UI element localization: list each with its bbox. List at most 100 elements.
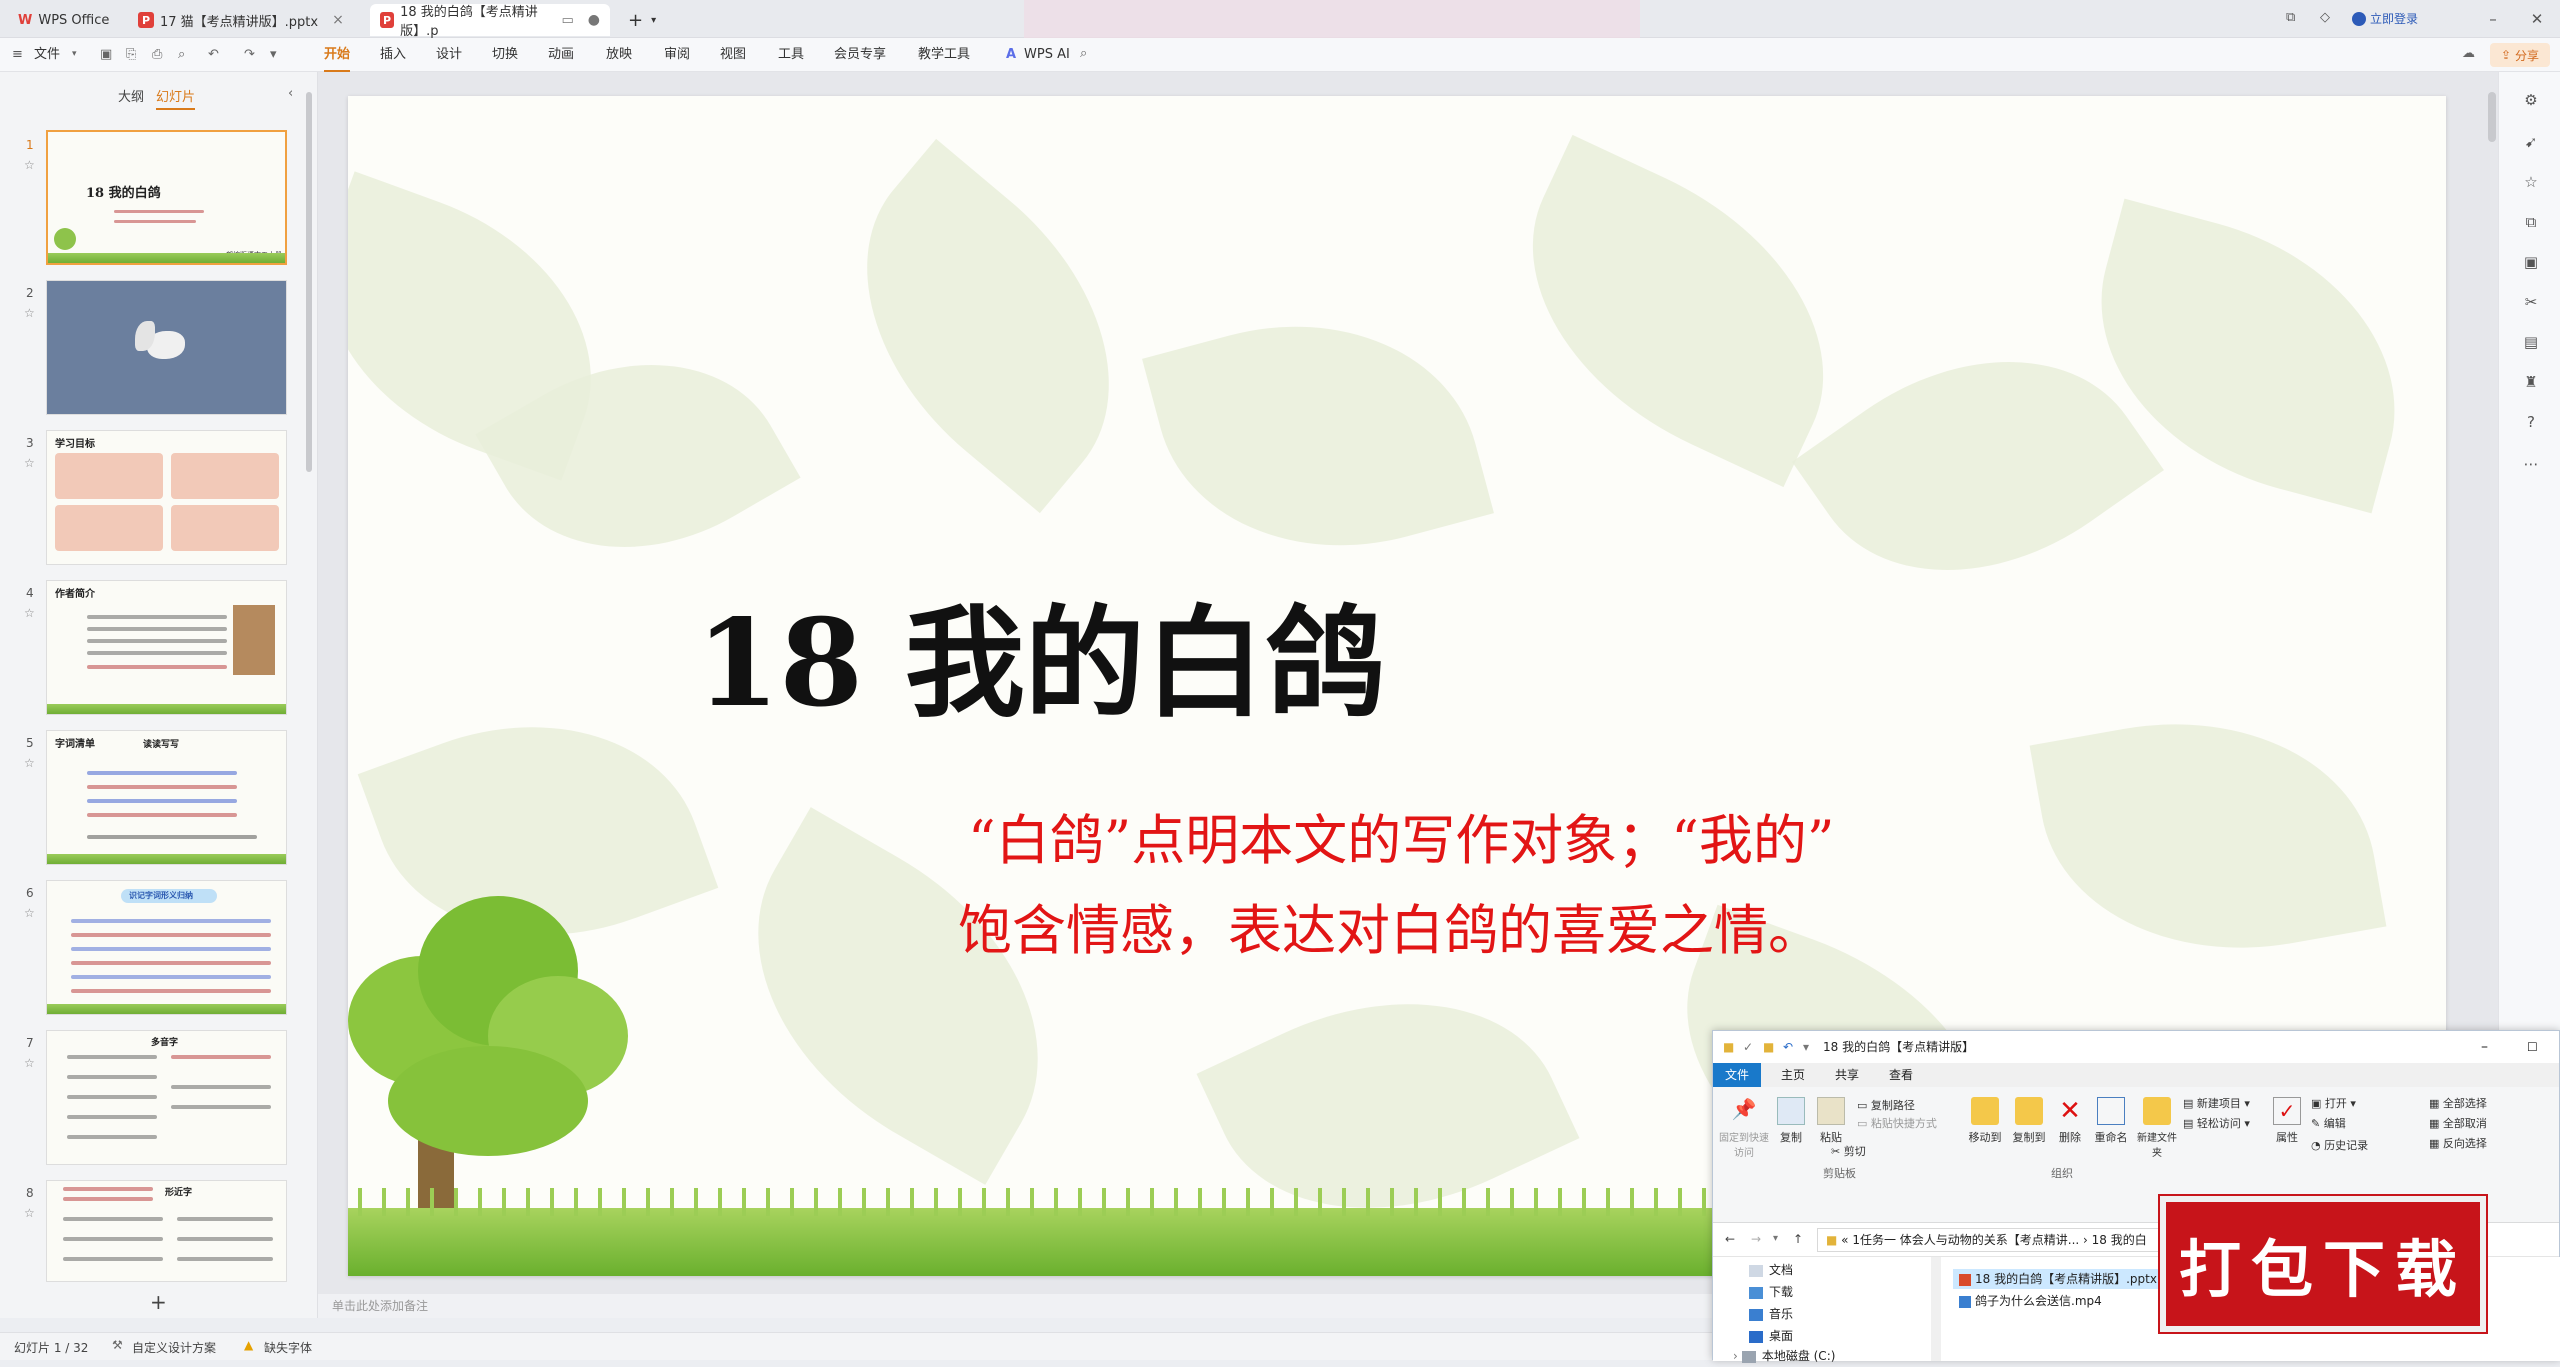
search-icon[interactable]: ⌕ <box>1080 46 1087 61</box>
menu-design[interactable]: 设计 <box>436 38 462 72</box>
nav-desktop[interactable]: 桌面 <box>1749 1325 1793 1347</box>
chevron-down-icon[interactable]: ▾ <box>72 49 77 59</box>
share-button[interactable]: ⇪ 分享 <box>2490 43 2550 67</box>
file-menu[interactable]: 文件 <box>34 38 60 72</box>
new-folder-button[interactable]: 新建文件夹 <box>2137 1097 2177 1159</box>
move-to-button[interactable]: 移动到 <box>1965 1097 2005 1145</box>
menu-start[interactable]: 开始 <box>324 38 351 72</box>
missing-font-button[interactable]: 缺失字体 <box>264 1339 312 1356</box>
copy-icon[interactable]: ⧉ <box>2521 212 2541 232</box>
edit-button[interactable]: ✎ 编辑 <box>2311 1115 2346 1131</box>
invert-selection-button[interactable]: ▦ 反向选择 <box>2429 1135 2487 1151</box>
panel-scrollbar[interactable] <box>306 92 312 472</box>
slide-thumbnail-6[interactable]: 识记字词形义归纳 <box>46 880 287 1015</box>
close-icon[interactable]: × <box>332 12 344 28</box>
design-scheme-button[interactable]: 自定义设计方案 <box>132 1339 216 1356</box>
download-badge[interactable]: 打包下载 <box>2160 1196 2486 1332</box>
select-none-button[interactable]: ▦ 全部取消 <box>2429 1115 2487 1131</box>
star-icon[interactable]: ☆ <box>24 456 35 470</box>
back-icon[interactable]: ← <box>1725 1232 1735 1246</box>
tab-slides[interactable]: 幻灯片 <box>156 86 196 110</box>
star-icon[interactable]: ☆ <box>24 756 35 770</box>
menu-tools[interactable]: 工具 <box>778 38 804 72</box>
slide-subtitle-line-2[interactable]: 饱含情感，表达对白鸽的喜爱之情。 <box>958 886 1822 965</box>
menu-insert[interactable]: 插入 <box>380 38 406 72</box>
menu-wps-ai[interactable]: WPS AI <box>1024 38 1070 72</box>
slide-thumbnail-8[interactable]: 形近字 <box>46 1180 287 1282</box>
tab-view[interactable]: 查看 <box>1877 1063 1925 1087</box>
login-button[interactable]: 立即登录 <box>2352 10 2418 27</box>
open-button[interactable]: ▣ 打开 ▾ <box>2311 1095 2356 1111</box>
slide-scrollbar[interactable] <box>2488 92 2496 142</box>
collapse-panel-icon[interactable]: ‹ <box>288 86 293 101</box>
cloud-icon[interactable]: ☁ <box>2462 46 2475 61</box>
tab-wps-home[interactable]: W WPS Office <box>8 4 119 36</box>
tab-document-18[interactable]: P 18 我的白鸽【考点精讲版】.p ▭ ● <box>370 4 610 39</box>
slide-thumbnail-2[interactable] <box>46 280 287 415</box>
file-row[interactable]: 鸽子为什么会送信.mp4 <box>1953 1291 2108 1311</box>
menu-slideshow[interactable]: 放映 <box>606 38 632 72</box>
nav-downloads[interactable]: 下载 <box>1749 1281 1793 1303</box>
copy-button[interactable]: 复制 <box>1773 1097 1809 1145</box>
close-window-button[interactable]: ✕ <box>2514 0 2560 38</box>
tab-home[interactable]: 主页 <box>1769 1063 1817 1087</box>
easy-access-button[interactable]: ▤ 轻松访问 ▾ <box>2183 1115 2250 1131</box>
rename-button[interactable]: 重命名 <box>2091 1097 2131 1145</box>
export-icon[interactable]: ⎘ <box>126 47 136 62</box>
copy-path-button[interactable]: ▭ 复制路径 <box>1857 1097 1915 1113</box>
print-icon[interactable]: ⎙ <box>152 47 162 62</box>
nav-music[interactable]: 音乐 <box>1749 1303 1793 1325</box>
nav-scrollbar[interactable] <box>1931 1257 1941 1361</box>
slide-thumbnail-1[interactable]: 18 我的白鸽 部编版语文五上册 <box>46 130 287 265</box>
folder-icon[interactable]: ■ <box>1763 1031 1774 1063</box>
menu-teaching[interactable]: 教学工具 <box>918 38 970 72</box>
new-item-button[interactable]: ▤ 新建项目 ▾ <box>2183 1095 2250 1111</box>
slide-thumbnail-4[interactable]: 作者简介 <box>46 580 287 715</box>
tab-share[interactable]: 共享 <box>1823 1063 1871 1087</box>
forward-icon[interactable]: → <box>1751 1232 1761 1246</box>
file-row[interactable]: 18 我的白鸽【考点精讲版】.pptx <box>1953 1269 2163 1289</box>
minimize-button[interactable]: – <box>2470 0 2516 38</box>
copy-to-button[interactable]: 复制到 <box>2009 1097 2049 1145</box>
paste-button[interactable]: 粘贴 <box>1813 1097 1849 1145</box>
slide-subtitle-line-1[interactable]: “白鸽”点明本文的写作对象；“我的” <box>968 796 1834 875</box>
select-all-button[interactable]: ▦ 全部选择 <box>2429 1095 2487 1111</box>
slide-thumbnail-3[interactable]: 学习目标 <box>46 430 287 565</box>
delete-button[interactable]: ✕ 删除 <box>2053 1097 2087 1145</box>
image-icon[interactable]: ▣ <box>2521 252 2541 272</box>
tab-file[interactable]: 文件 <box>1713 1063 1762 1087</box>
new-tab-button[interactable]: + ▾ <box>618 4 666 36</box>
star-icon[interactable]: ☆ <box>24 158 35 172</box>
star-icon[interactable]: ☆ <box>24 906 35 920</box>
star-icon[interactable]: ☆ <box>2521 172 2541 192</box>
more-icon[interactable]: ⋯ <box>2521 454 2541 474</box>
quick-access-icon[interactable]: ✓ <box>1743 1031 1753 1063</box>
more-icon[interactable]: ▾ <box>270 47 277 62</box>
window-icon[interactable]: ⧉ <box>2286 10 2295 25</box>
up-icon[interactable]: ↑ <box>1793 1232 1803 1246</box>
minimize-button[interactable]: – <box>2481 1031 2488 1063</box>
maximize-button[interactable]: ☐ <box>2527 1031 2538 1063</box>
help-icon[interactable]: ? <box>2521 412 2541 432</box>
tools-icon[interactable]: ✂ <box>2521 292 2541 312</box>
slide-title[interactable]: 18 我的白鸽 <box>696 566 1385 740</box>
add-slide-button[interactable]: + <box>150 1290 167 1314</box>
book-icon[interactable]: ▤ <box>2521 332 2541 352</box>
star-icon[interactable]: ☆ <box>24 1206 35 1220</box>
chevron-down-icon[interactable]: ▾ <box>1803 1031 1809 1063</box>
cube-icon[interactable]: ◇ <box>2320 10 2330 25</box>
star-icon[interactable]: ☆ <box>24 1056 35 1070</box>
menu-review[interactable]: 审阅 <box>664 38 690 72</box>
shirt-icon[interactable]: ♜ <box>2521 372 2541 392</box>
star-icon[interactable]: ☆ <box>24 306 35 320</box>
undo-icon[interactable]: ↶ <box>1783 1031 1793 1063</box>
close-icon[interactable]: ● <box>588 12 600 28</box>
chevron-down-icon[interactable]: ▾ <box>1773 1233 1778 1244</box>
pin-button[interactable]: 📌 固定到快速访问 <box>1719 1097 1769 1159</box>
tab-outline[interactable]: 大纲 <box>118 86 144 105</box>
paste-shortcut-button[interactable]: ▭ 粘贴快捷方式 <box>1857 1115 1937 1131</box>
properties-button[interactable]: ✓ 属性 <box>2269 1097 2305 1145</box>
menu-transition[interactable]: 切换 <box>492 38 518 72</box>
nav-local-disk[interactable]: › 本地磁盘 (C:) <box>1733 1345 1835 1367</box>
slide-thumbnail-5[interactable]: 字词清单 读读写写 <box>46 730 287 865</box>
